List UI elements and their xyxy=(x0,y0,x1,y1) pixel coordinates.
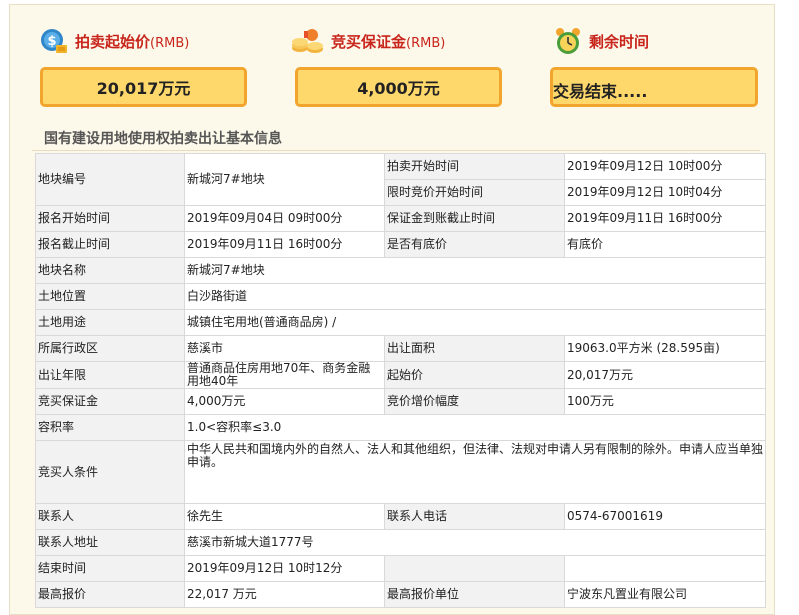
contact-label: 联系人 xyxy=(35,503,185,530)
plot-name-label: 地块名称 xyxy=(35,257,185,284)
table-row: 竞买保证金 4,000万元 竞价增价幅度 100万元 xyxy=(35,388,766,415)
limited-bid-start-label: 限时竞价开始时间 xyxy=(384,179,565,206)
auction-panel: $ 拍卖起始价(RMB) 竞买保证金(RMB) 剩余时间 20,017万元 4,… xyxy=(9,4,775,615)
district-label: 所属行政区 xyxy=(35,335,185,362)
remaining-box: 交易结束..... xyxy=(550,67,758,107)
address-value: 慈溪市新城大道1777号 xyxy=(184,529,766,556)
bidder-cond-value: 中华人民共和国境内外的自然人、法人和其他组织，但法律、法规对申请人另有限制的除外… xyxy=(184,440,766,504)
limited-bid-start-value: 2019年09月12日 10时04分 xyxy=(564,179,766,206)
start-price-title: 拍卖起始价(RMB) xyxy=(75,31,189,52)
reg-start-value: 2019年09月04日 09时00分 xyxy=(184,205,385,232)
address-label: 联系人地址 xyxy=(35,529,185,556)
remaining-header: 剩余时间 xyxy=(553,23,649,59)
deposit-header: 竞买保证金(RMB) xyxy=(291,23,445,59)
increment-label: 竞价增价幅度 xyxy=(384,388,565,415)
start-price-value-cell: 20,017万元 xyxy=(564,361,766,389)
increment-value: 100万元 xyxy=(564,388,766,415)
info-table: 地块编号 新城河7#地块 拍卖开始时间 2019年09月12日 10时00分 限… xyxy=(35,153,766,608)
deposit-deadline-value: 2019年09月11日 16时00分 xyxy=(564,205,766,232)
table-row: 地块编号 新城河7#地块 拍卖开始时间 2019年09月12日 10时00分 xyxy=(35,153,766,206)
start-price-label-cell: 起始价 xyxy=(384,361,565,389)
end-time-label: 结束时间 xyxy=(35,555,185,582)
table-row: 出让年限 普通商品住房用地70年、商务金融用地40年 起始价 20,017万元 xyxy=(35,361,766,389)
deposit-title: 竞买保证金(RMB) xyxy=(331,31,445,52)
start-price-header: $ 拍卖起始价(RMB) xyxy=(39,23,189,59)
deposit-value-cell: 4,000万元 xyxy=(184,388,385,415)
section-title: 国有建设用地使用权拍卖出让基本信息 xyxy=(44,131,282,147)
money-icon: $ xyxy=(39,26,69,56)
auction-start-value: 2019年09月12日 10时00分 xyxy=(564,153,766,180)
deposit-label-cell: 竞买保证金 xyxy=(35,388,185,415)
area-value: 19063.0平方米 (28.595亩) xyxy=(564,335,766,362)
table-row: 土地用途 城镇住宅用地(普通商品房) / xyxy=(35,309,766,336)
table-row: 地块名称 新城河7#地块 xyxy=(35,257,766,284)
location-label: 土地位置 xyxy=(35,283,185,310)
table-row: 容积率 1.0<容积率≤3.0 xyxy=(35,414,766,441)
plot-no-label: 地块编号 xyxy=(35,153,185,206)
plot-name-value: 新城河7#地块 xyxy=(184,257,766,284)
phone-label: 联系人电话 xyxy=(384,503,565,530)
table-row: 联系人地址 慈溪市新城大道1777号 xyxy=(35,529,766,556)
top-bidder-label: 最高报价单位 xyxy=(384,581,565,608)
top-bidder-value: 宁波东凡置业有限公司 xyxy=(564,581,766,608)
end-time-value: 2019年09月12日 10时12分 xyxy=(184,555,385,582)
phone-value: 0574-67001619 xyxy=(564,503,766,530)
deposit-unit: (RMB) xyxy=(406,35,446,51)
table-row: 结束时间 2019年09月12日 10时12分 xyxy=(35,555,766,582)
reg-end-value: 2019年09月11日 16时00分 xyxy=(184,231,385,258)
top-bid-label: 最高报价 xyxy=(35,581,185,608)
coins-icon xyxy=(291,26,325,56)
top-bid-value: 22,017 万元 xyxy=(184,581,385,608)
end-time-empty-value xyxy=(564,555,766,582)
table-row: 土地位置 白沙路街道 xyxy=(35,283,766,310)
remaining-label: 剩余时间 xyxy=(589,32,650,51)
far-label: 容积率 xyxy=(35,414,185,441)
reg-end-label: 报名截止时间 xyxy=(35,231,185,258)
district-value: 慈溪市 xyxy=(184,335,385,362)
contact-value: 徐先生 xyxy=(184,503,385,530)
location-value: 白沙路街道 xyxy=(184,283,766,310)
reg-start-label: 报名开始时间 xyxy=(35,205,185,232)
start-price-label: 拍卖起始价 xyxy=(75,32,151,51)
auction-start-label: 拍卖开始时间 xyxy=(384,153,565,180)
term-label: 出让年限 xyxy=(35,361,185,389)
deposit-label: 竞买保证金 xyxy=(331,32,407,51)
bidder-cond-label: 竞买人条件 xyxy=(35,440,185,504)
table-row: 联系人 徐先生 联系人电话 0574-67001619 xyxy=(35,503,766,530)
table-row: 竞买人条件 中华人民共和国境内外的自然人、法人和其他组织，但法律、法规对申请人另… xyxy=(35,440,766,504)
end-time-empty-label xyxy=(384,555,565,582)
start-price-box: 20,017万元 xyxy=(40,67,247,107)
table-row: 最高报价 22,017 万元 最高报价单位 宁波东凡置业有限公司 xyxy=(35,581,766,608)
table-row: 报名开始时间 2019年09月04日 09时00分 保证金到账截止时间 2019… xyxy=(35,205,766,232)
section-divider xyxy=(32,150,760,151)
reserve-label: 是否有底价 xyxy=(384,231,565,258)
clock-icon xyxy=(553,26,583,56)
plot-no-value: 新城河7#地块 xyxy=(184,153,385,206)
deposit-box: 4,000万元 xyxy=(295,67,502,107)
svg-text:$: $ xyxy=(47,34,56,49)
start-price-unit: (RMB) xyxy=(150,35,190,51)
reserve-value: 有底价 xyxy=(564,231,766,258)
area-label: 出让面积 xyxy=(384,335,565,362)
term-value: 普通商品住房用地70年、商务金融用地40年 xyxy=(184,361,385,389)
table-row: 报名截止时间 2019年09月11日 16时00分 是否有底价 有底价 xyxy=(35,231,766,258)
usage-value: 城镇住宅用地(普通商品房) / xyxy=(184,309,766,336)
usage-label: 土地用途 xyxy=(35,309,185,336)
table-row: 所属行政区 慈溪市 出让面积 19063.0平方米 (28.595亩) xyxy=(35,335,766,362)
far-value: 1.0<容积率≤3.0 xyxy=(184,414,766,441)
deposit-deadline-label: 保证金到账截止时间 xyxy=(384,205,565,232)
